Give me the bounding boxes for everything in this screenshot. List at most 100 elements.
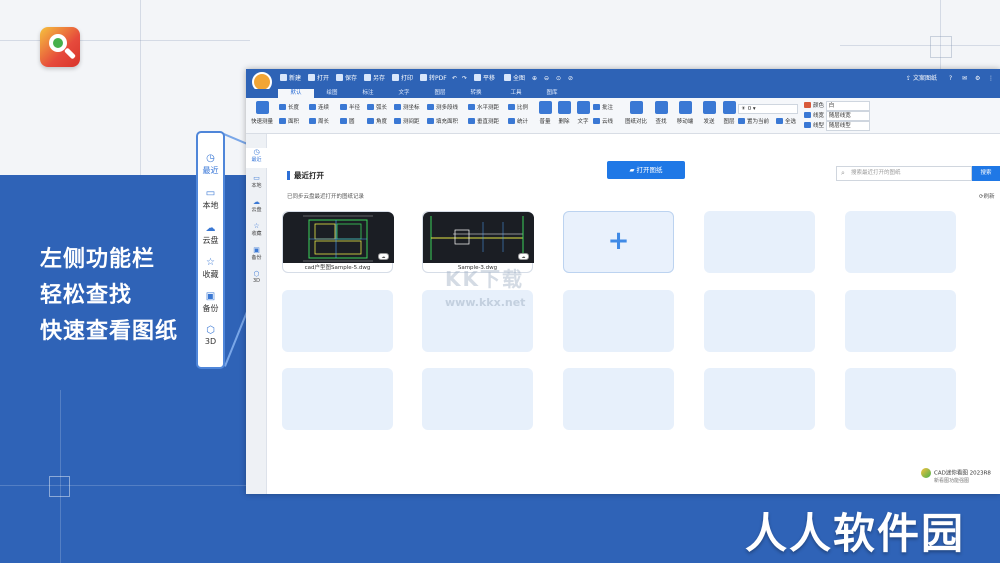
new-button[interactable]: 新建: [280, 73, 301, 85]
title-bar: 新建 打开 保存 另存 打印 转PDF ↶ ↷ 平移 全图 ⊕ ⊖ ⊙ ⊘ ⇪ …: [246, 69, 1000, 92]
watermark-url: www.kkx.net: [445, 296, 526, 309]
measure-spacing[interactable]: 测间距: [394, 118, 420, 126]
compare-button[interactable]: 图纸对比: [624, 101, 648, 125]
lineweight-select[interactable]: 随层线宽: [825, 111, 870, 121]
section-title: 最近打开: [287, 171, 324, 180]
measure-arc[interactable]: 弧长: [367, 104, 387, 112]
measure-vertical[interactable]: 垂直测距: [468, 118, 499, 126]
select-all-button[interactable]: 全选: [776, 118, 796, 126]
linetype-select[interactable]: 随层线型: [825, 121, 870, 131]
backup-icon: ▣: [253, 246, 260, 254]
redo-icon[interactable]: ↷: [462, 73, 467, 85]
tab-convert[interactable]: 转换: [458, 89, 494, 98]
undo-icon[interactable]: ↶: [452, 73, 457, 85]
app-logo: [40, 27, 80, 67]
search-button[interactable]: 搜索: [972, 166, 1000, 181]
measure-polyline[interactable]: 测多段线: [427, 104, 458, 112]
refresh-button[interactable]: ⟳刷新: [979, 192, 995, 200]
cloud-line-button[interactable]: 云线: [593, 118, 613, 126]
measure-length[interactable]: 长度: [279, 104, 299, 112]
version-sub: 新看图功能强图: [934, 478, 970, 484]
print-button[interactable]: 打印: [392, 73, 413, 85]
statistics-button[interactable]: 统计: [508, 118, 528, 126]
more-icon[interactable]: ⋮: [988, 73, 994, 85]
open-drawing-button[interactable]: ▰ 打开图纸: [607, 161, 685, 179]
pan-button[interactable]: 平移: [474, 73, 495, 85]
callout-label: 备份: [202, 304, 219, 313]
search-input[interactable]: ⌕ 搜索最近打开的图纸: [836, 166, 972, 181]
app-small-logo: [921, 468, 931, 478]
quick-measure-button[interactable]: 快速测量: [250, 101, 274, 125]
measure-perimeter[interactable]: 周长: [309, 118, 329, 126]
grid-line: [140, 0, 141, 175]
measure-area[interactable]: 面积: [279, 118, 299, 126]
sidebar-item-backup[interactable]: ▣ 备份: [246, 246, 267, 261]
tab-draw[interactable]: 绘图: [314, 89, 350, 98]
to-pdf-button[interactable]: 转PDF: [420, 73, 447, 85]
version-info: CAD迷你看图 2023R8 新看图功能强图: [921, 468, 991, 485]
empty-card: [704, 290, 815, 352]
monitor-icon: ▭: [253, 174, 260, 182]
file-card[interactable]: ☁ cad户型图Sample-5.dwg: [282, 211, 394, 273]
folder-icon: [308, 74, 315, 81]
help-icon[interactable]: ?: [949, 73, 952, 85]
tab-text[interactable]: 文字: [386, 89, 422, 98]
empty-card: [422, 368, 533, 430]
empty-card: [563, 290, 674, 352]
measure-continuous[interactable]: 连续: [309, 104, 329, 112]
text-button[interactable]: 文字: [571, 101, 595, 125]
measure-angle[interactable]: 角度: [367, 118, 387, 126]
layer-select[interactable]: ☀ 0 ▾: [738, 104, 798, 114]
measure-horizontal[interactable]: 水平测距: [468, 104, 499, 112]
empty-card: [282, 290, 393, 352]
open-button[interactable]: 打开: [308, 73, 329, 85]
save-as-button[interactable]: 另存: [364, 73, 385, 85]
measure-radius[interactable]: 半径: [340, 104, 360, 112]
ruler-icon: [255, 101, 269, 114]
fit-all-button[interactable]: 全图: [504, 73, 525, 85]
color-prop[interactable]: 颜色 白: [804, 101, 870, 111]
tab-tools[interactable]: 工具: [498, 89, 534, 98]
watermark-text: KK下载: [445, 267, 524, 291]
color-select[interactable]: 白: [825, 101, 870, 111]
star-icon: ☆: [253, 222, 260, 230]
find-button[interactable]: 查找: [649, 101, 673, 125]
tab-dimension[interactable]: 标注: [350, 89, 386, 98]
save-button[interactable]: 保存: [336, 73, 357, 85]
callout-item-3d: ⬡ 3D: [198, 325, 223, 346]
empty-card: [563, 368, 674, 430]
measure-coordinate[interactable]: 测坐标: [394, 104, 420, 112]
sidebar-item-3d[interactable]: ⬡ 3D: [246, 270, 267, 284]
message-icon[interactable]: ✉: [962, 73, 967, 85]
new-icon: [280, 74, 287, 81]
add-file-card[interactable]: +: [563, 211, 674, 273]
tab-default[interactable]: 默认: [278, 89, 314, 98]
zoom-out-icon[interactable]: ⊖: [544, 73, 549, 85]
callout-item-cloud: ☁ 云盘: [198, 223, 223, 246]
measure-circle[interactable]: 圆: [340, 118, 355, 126]
save-as-icon: [364, 74, 371, 81]
sidebar-item-recent[interactable]: ◷ 最近: [246, 148, 267, 168]
lineweight-prop[interactable]: 线宽 随层线宽: [804, 111, 870, 121]
sidebar-item-local[interactable]: ▭ 本地: [246, 174, 267, 189]
mobile-button[interactable]: 移动端: [673, 101, 697, 125]
hand-icon: [474, 74, 481, 81]
annotate-button[interactable]: 批注: [593, 104, 613, 112]
feedback-button[interactable]: ⇪ 文案图纸: [906, 73, 937, 85]
brand-text: 人人软件园: [745, 510, 966, 557]
sidebar-item-favorites[interactable]: ☆ 收藏: [246, 222, 267, 237]
tab-library[interactable]: 图库: [534, 89, 570, 98]
measure-scale[interactable]: 比例: [508, 104, 528, 112]
settings-icon[interactable]: ⚙: [975, 73, 980, 85]
bulb-icon: ☀: [741, 106, 746, 112]
sidebar-item-cloud[interactable]: ☁ 云盘: [246, 198, 267, 213]
ribbon-tabs: 默认 绘图 标注 文字 图层 转换 工具 图库: [246, 89, 1000, 98]
linetype-prop[interactable]: 线型 随层线型: [804, 121, 870, 131]
pdf-icon: [420, 74, 427, 81]
zoom-in-icon[interactable]: ⊕: [532, 73, 537, 85]
tab-layer[interactable]: 图层: [422, 89, 458, 98]
set-current-button[interactable]: 置为当前: [738, 118, 769, 126]
measure-hatch-area[interactable]: 填充面积: [427, 118, 458, 126]
zoom-prev-icon[interactable]: ⊘: [568, 73, 573, 85]
zoom-window-icon[interactable]: ⊙: [556, 73, 561, 85]
